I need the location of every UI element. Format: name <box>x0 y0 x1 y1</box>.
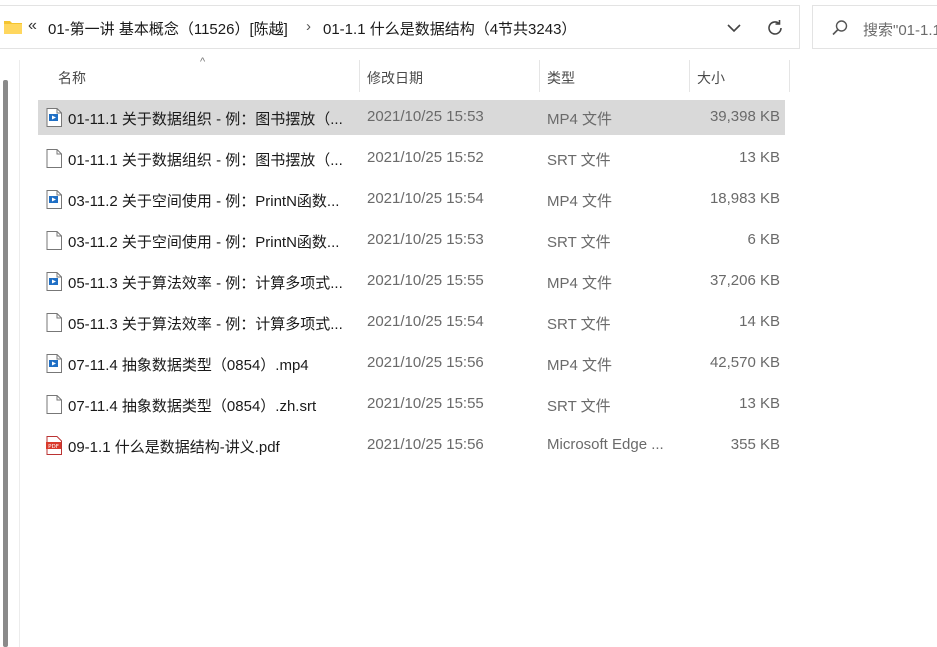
file-row[interactable]: 07-11.4 抽象数据类型（0854）.mp4 2021/10/25 15:56… <box>38 346 785 381</box>
breadcrumb-separator-icon[interactable]: › <box>306 18 311 35</box>
folder-icon <box>4 21 22 34</box>
file-row[interactable]: 01-11.1 关于数据组织 - 例：图书摆放（... 2021/10/25 15… <box>38 141 785 176</box>
file-date: 2021/10/25 15:56 <box>367 354 484 371</box>
file-date: 2021/10/25 15:54 <box>367 190 484 207</box>
search-input[interactable]: 搜索"01-1.1 <box>812 5 937 49</box>
video-file-icon <box>46 190 62 209</box>
file-size: 39,398 KB <box>709 108 780 125</box>
column-divider[interactable] <box>789 60 790 92</box>
file-type: SRT 文件 <box>547 152 611 169</box>
file-date: 2021/10/25 15:55 <box>367 395 484 412</box>
file-size: 13 KB <box>739 395 780 412</box>
file-row[interactable]: 05-11.3 关于算法效率 - 例：计算多项式... 2021/10/25 15… <box>38 264 785 299</box>
column-header: ^ 名称 修改日期 类型 大小 <box>38 56 790 92</box>
refresh-icon[interactable] <box>764 17 786 39</box>
file-date: 2021/10/25 15:56 <box>367 436 484 453</box>
column-size[interactable]: 大小 <box>697 60 725 92</box>
text-file-icon <box>46 395 62 414</box>
column-date[interactable]: 修改日期 <box>367 60 423 92</box>
file-size: 42,570 KB <box>709 354 780 371</box>
pdf-file-icon: PDF <box>46 436 62 455</box>
file-name: 01-11.1 关于数据组织 - 例：图书摆放（... <box>68 152 343 169</box>
column-divider[interactable] <box>689 60 690 92</box>
file-type: SRT 文件 <box>547 234 611 251</box>
text-file-icon <box>46 231 62 250</box>
file-name: 07-11.4 抽象数据类型（0854）.zh.srt <box>68 398 317 415</box>
file-name: 01-11.1 关于数据组织 - 例：图书摆放（... <box>68 111 343 128</box>
file-size: 14 KB <box>739 313 780 330</box>
breadcrumb-item[interactable]: 01-第一讲 基本概念（11526）[陈越] <box>48 18 288 39</box>
breadcrumb-item[interactable]: 01-1.1 什么是数据结构（4节共3243） <box>323 18 576 39</box>
video-file-icon <box>46 272 62 291</box>
text-file-icon <box>46 149 62 168</box>
file-date: 2021/10/25 15:52 <box>367 149 484 166</box>
file-size: 355 KB <box>730 436 780 453</box>
navigation-scrollbar[interactable] <box>3 80 8 647</box>
file-type: Microsoft Edge ... <box>547 436 664 453</box>
column-divider[interactable] <box>539 60 540 92</box>
file-type: SRT 文件 <box>547 316 611 333</box>
file-name: 05-11.3 关于算法效率 - 例：计算多项式... <box>68 275 343 292</box>
file-row[interactable]: 07-11.4 抽象数据类型（0854）.zh.srt 2021/10/25 15… <box>38 387 785 422</box>
file-date: 2021/10/25 15:53 <box>367 231 484 248</box>
svg-text:PDF: PDF <box>48 444 59 450</box>
file-size: 37,206 KB <box>709 272 780 289</box>
file-date: 2021/10/25 15:53 <box>367 108 484 125</box>
file-size: 13 KB <box>739 149 780 166</box>
search-icon <box>832 20 848 36</box>
file-size: 6 KB <box>747 231 780 248</box>
file-row[interactable]: 01-11.1 关于数据组织 - 例：图书摆放（... 2021/10/25 15… <box>38 100 785 135</box>
search-placeholder: 搜索"01-1.1 <box>863 22 937 39</box>
file-type: MP4 文件 <box>547 193 613 210</box>
video-file-icon <box>46 354 62 373</box>
file-row[interactable]: 05-11.3 关于算法效率 - 例：计算多项式... 2021/10/25 15… <box>38 305 785 340</box>
file-name: 03-11.2 关于空间使用 - 例：PrintN函数... <box>68 234 340 251</box>
file-type: MP4 文件 <box>547 111 613 128</box>
video-file-icon <box>46 108 62 127</box>
sort-ascending-icon: ^ <box>200 56 206 68</box>
chevron-down-icon[interactable] <box>724 18 744 38</box>
file-name: 05-11.3 关于算法效率 - 例：计算多项式... <box>68 316 343 333</box>
file-row[interactable]: 03-11.2 关于空间使用 - 例：PrintN函数... 2021/10/25… <box>38 182 785 217</box>
file-date: 2021/10/25 15:54 <box>367 313 484 330</box>
file-size: 18,983 KB <box>709 190 780 207</box>
file-type: MP4 文件 <box>547 357 613 374</box>
column-type[interactable]: 类型 <box>547 60 575 92</box>
file-date: 2021/10/25 15:55 <box>367 272 484 289</box>
text-file-icon <box>46 313 62 332</box>
column-name[interactable]: 名称 <box>58 60 86 92</box>
file-type: MP4 文件 <box>547 275 613 292</box>
file-row[interactable]: 03-11.2 关于空间使用 - 例：PrintN函数... 2021/10/25… <box>38 223 785 258</box>
address-bar[interactable]: « 01-第一讲 基本概念（11526）[陈越] › 01-1.1 什么是数据结… <box>0 5 800 49</box>
file-name: 03-11.2 关于空间使用 - 例：PrintN函数... <box>68 193 340 210</box>
overflow-chevron-icon[interactable]: « <box>28 17 37 35</box>
file-row[interactable]: PDF 09-1.1 什么是数据结构-讲义.pdf 2021/10/25 15:56… <box>38 428 785 463</box>
column-divider[interactable] <box>359 60 360 92</box>
file-name: 09-1.1 什么是数据结构-讲义.pdf <box>68 439 280 456</box>
file-type: SRT 文件 <box>547 398 611 415</box>
file-name: 07-11.4 抽象数据类型（0854）.mp4 <box>68 357 309 374</box>
